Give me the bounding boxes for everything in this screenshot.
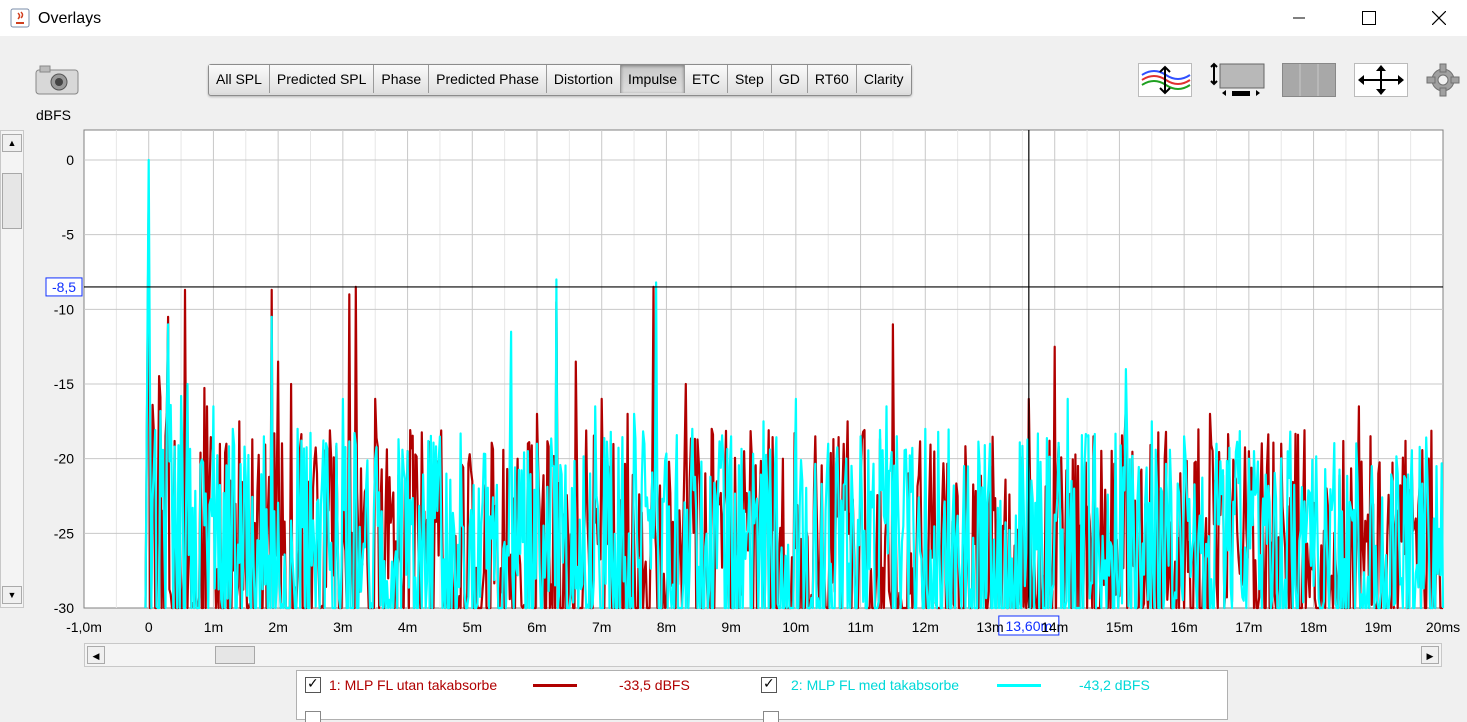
x-tick-label: 1m — [204, 619, 223, 635]
x-tick-label: 19m — [1365, 619, 1392, 635]
legend-checkbox-3[interactable] — [305, 711, 321, 722]
vertical-scrollbar[interactable]: ▲ ▼ — [0, 130, 24, 608]
grid-lines — [84, 130, 1443, 608]
x-tick-labels: -1,0m 0 1m 2m 3m 4m 5m 6m 7m 8m 9m 10m 11m 12m 13m 14m 1… — [66, 619, 1460, 635]
legend-label-1: 1: MLP FL utan takabsorbe — [329, 677, 498, 693]
vertical-scroll-thumb[interactable] — [2, 173, 22, 229]
x-tick-label: 13m — [976, 619, 1003, 635]
axis-limits-icon — [1354, 63, 1408, 97]
x-tick-label: 9m — [721, 619, 740, 635]
maximize-button[interactable] — [1346, 0, 1392, 36]
x-tick-label: 5m — [463, 619, 482, 635]
legend-value-1: -33,5 dBFS — [619, 677, 690, 693]
plot-area — [83, 129, 1444, 609]
crosshair-cursor: -8,5 13,60m — [45, 130, 1443, 636]
graph-size-button[interactable] — [1206, 60, 1268, 100]
close-icon — [1432, 11, 1446, 25]
controls-panel-icon — [1282, 63, 1336, 97]
legend-value-2: -43,2 dBFS — [1079, 677, 1150, 693]
cursor-x-readout-box — [998, 615, 1060, 636]
x-tick-label: 15m — [1106, 619, 1133, 635]
y-tick-label: -10 — [54, 301, 74, 317]
x-tick-label: 11m — [847, 619, 873, 635]
x-tick-label: -1,0m — [66, 619, 102, 635]
x-tick-label: 16m — [1171, 619, 1198, 635]
cursor-x-readout: 13,60m — [1005, 618, 1052, 634]
legend-swatch-1 — [533, 683, 577, 687]
title-bar: Overlays — [0, 0, 1467, 36]
x-tick-label: 10m — [782, 619, 809, 635]
close-button[interactable] — [1416, 0, 1462, 36]
minimize-icon — [1293, 17, 1305, 19]
x-tick-label: 2m — [268, 619, 287, 635]
legend-checkbox-4[interactable] — [763, 711, 779, 722]
tab-phase[interactable]: Phase — [374, 65, 430, 93]
y-tick-label: -25 — [54, 525, 74, 541]
window-title: Overlays — [38, 10, 102, 27]
axis-limits-button[interactable] — [1354, 63, 1408, 97]
graph-type-tabs: All SPL Predicted SPL Phase Predicted Phase… — [208, 64, 912, 96]
camera-button[interactable] — [34, 64, 80, 96]
y-tick-labels: 0 -5 -10 -15 -20 -25 -30 — [54, 152, 74, 616]
x-tick-label: 20ms — [1426, 619, 1460, 635]
settings-gear-icon — [1426, 63, 1460, 97]
x-tick-label: 17m — [1235, 619, 1262, 635]
tab-distortion[interactable]: Distortion — [546, 65, 621, 93]
x-tick-label: 0 — [145, 619, 153, 635]
cursor-y-readout: -8,5 — [52, 279, 76, 295]
legend-swatch-2 — [997, 683, 1041, 687]
series-line-2 — [144, 158, 1445, 610]
series-line-1 — [144, 196, 1443, 610]
y-tick-label: -30 — [54, 600, 74, 616]
tab-clarity[interactable]: Clarity — [856, 65, 911, 93]
x-tick-label: 4m — [398, 619, 417, 635]
checkmark-icon: ✓ — [307, 675, 319, 691]
trace-arrange-button[interactable] — [1138, 63, 1192, 97]
cursor-y-readout-box — [45, 277, 83, 297]
tab-predicted-phase[interactable]: Predicted Phase — [429, 65, 547, 93]
maximize-icon — [1362, 11, 1376, 25]
checkmark-icon: ✓ — [763, 675, 775, 691]
tab-etc[interactable]: ETC — [685, 65, 729, 93]
tab-rt60[interactable]: RT60 — [807, 65, 857, 93]
legend-checkbox-2[interactable]: ✓ — [761, 675, 777, 693]
y-tick-label: 0 — [66, 152, 74, 168]
x-tick-label: 14m — [1041, 619, 1068, 635]
graph-size-icon — [1210, 62, 1265, 96]
camera-icon — [35, 65, 79, 95]
trace-arrange-icon — [1138, 63, 1192, 97]
y-tick-label: -15 — [54, 376, 74, 392]
legend-item-2: ✓ 2: MLP FL med takabsorbe -43,2 dBFS — [761, 675, 1189, 693]
tab-step[interactable]: Step — [728, 65, 772, 93]
horizontal-scroll-thumb[interactable] — [215, 646, 255, 664]
scroll-right-arrow-icon[interactable]: ▶ — [1421, 646, 1439, 664]
legend-label-2: 2: MLP FL med takabsorbe — [791, 677, 960, 693]
tab-gd[interactable]: GD — [771, 65, 808, 93]
scroll-up-arrow-icon[interactable]: ▲ — [2, 134, 22, 152]
series-group — [144, 158, 1445, 610]
y-tick-label: -5 — [62, 227, 75, 243]
y-axis-label: dBFS — [36, 107, 72, 123]
x-tick-label: 12m — [912, 619, 939, 635]
x-tick-label: 8m — [657, 619, 676, 635]
scroll-left-arrow-icon[interactable]: ◀ — [87, 646, 105, 664]
tab-predicted-spl[interactable]: Predicted SPL — [269, 65, 375, 93]
x-tick-label: 3m — [333, 619, 352, 635]
minimize-button[interactable] — [1276, 0, 1322, 36]
settings-button[interactable] — [1426, 63, 1460, 97]
tab-impulse[interactable]: Impulse — [621, 65, 686, 93]
scroll-down-arrow-icon[interactable]: ▼ — [2, 586, 22, 604]
x-tick-label: 18m — [1300, 619, 1327, 635]
tab-all-spl[interactable]: All SPL — [209, 65, 270, 93]
java-app-icon — [10, 8, 30, 28]
controls-panel-button[interactable] — [1282, 63, 1336, 97]
legend-checkbox-1[interactable]: ✓ — [305, 675, 321, 693]
x-tick-label: 7m — [592, 619, 611, 635]
y-tick-label: -20 — [54, 451, 74, 467]
legend-item-1: ✓ 1: MLP FL utan takabsorbe -33,5 dBFS — [305, 675, 729, 693]
x-tick-label: 6m — [527, 619, 546, 635]
legend-panel: ✓ 1: MLP FL utan takabsorbe -33,5 dBFS ✓… — [296, 670, 1228, 722]
horizontal-scrollbar[interactable]: ◀ ▶ — [84, 643, 1442, 667]
